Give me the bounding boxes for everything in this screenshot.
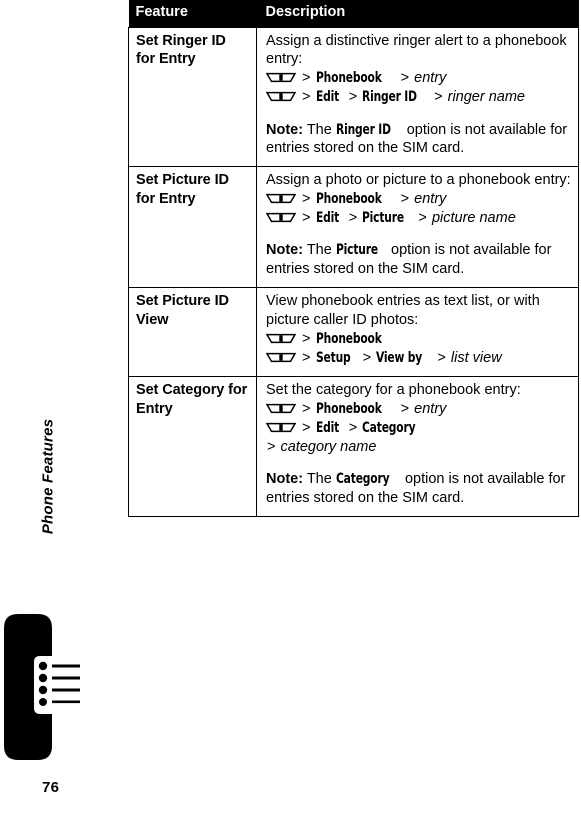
menu-item-name: Picture xyxy=(335,242,378,259)
menu-path-line: > Phonebook > entry xyxy=(266,190,574,209)
description-intro: Assign a distinctive ringer alert to a p… xyxy=(266,32,567,68)
menu-path-line: > Phonebook > entry xyxy=(266,69,574,88)
menu-key-icon xyxy=(266,403,296,414)
path-separator: > xyxy=(344,210,362,227)
path-separator: > xyxy=(298,349,315,366)
feature-name: Set Category for Entry xyxy=(128,376,257,517)
menu-item-name: Phonebook xyxy=(315,330,382,347)
note-label: Note: xyxy=(266,121,304,138)
path-separator: > xyxy=(298,400,315,417)
menu-item-name: Ringer ID xyxy=(335,121,391,138)
menu-item-name: Category xyxy=(362,419,416,436)
variable-placeholder: picture name xyxy=(431,210,516,227)
path-separator: > xyxy=(298,210,315,227)
chapter-label: Phone Features xyxy=(39,418,57,535)
description-intro: Set the category for a phonebook entry: xyxy=(266,381,521,398)
menu-item-name: Ringer ID xyxy=(362,89,418,106)
menu-key-icon xyxy=(266,212,296,223)
path-separator: > xyxy=(298,419,315,436)
menu-item-name: Category xyxy=(335,471,390,488)
note-paragraph: Note: The Category option is not availab… xyxy=(266,471,566,506)
table-row: Set Picture ID for Entry Assign a photo o… xyxy=(128,166,579,288)
path-separator: > xyxy=(298,70,315,87)
table-header-row: Feature Description xyxy=(128,0,579,28)
description-intro: View phonebook entries as text list, or … xyxy=(266,292,540,328)
description-intro: Assign a photo or picture to a phonebook… xyxy=(266,172,571,189)
feature-name: Set Picture ID View xyxy=(128,287,257,377)
path-separator: > xyxy=(430,89,447,106)
path-separator: > xyxy=(344,89,362,106)
variable-placeholder: entry xyxy=(414,70,447,87)
menu-item-name: Edit xyxy=(315,419,339,436)
menu-key-icon xyxy=(266,422,296,433)
menu-path-line: > Edit > Category xyxy=(266,419,574,438)
menu-path-line: > Phonebook > entry xyxy=(266,400,574,419)
menu-item-name: Phonebook xyxy=(315,191,382,208)
feature-description: Assign a distinctive ringer alert to a p… xyxy=(256,26,579,168)
menu-path-line: > category name xyxy=(266,438,574,457)
menu-item-name: Phonebook xyxy=(315,400,382,417)
table-row: Set Ringer ID for Entry Assign a distinct… xyxy=(128,26,579,168)
path-separator: > xyxy=(298,191,315,208)
menu-item-name: Phonebook xyxy=(315,70,382,87)
table-row: Set Category for Entry Set the category f… xyxy=(128,376,579,517)
menu-key-icon xyxy=(266,72,296,83)
menu-key-icon xyxy=(266,333,296,344)
menu-path-line: > Phonebook xyxy=(266,330,574,349)
sidebar: Phone Features 76 xyxy=(0,0,128,818)
path-separator: > xyxy=(396,400,414,417)
column-header-description: Description xyxy=(256,0,579,28)
menu-path-line: > Edit > Picture > picture name xyxy=(266,209,574,228)
menu-path-line: > Edit > Ringer ID > ringer name xyxy=(266,88,574,107)
table-body: Set Ringer ID for Entry Assign a distinct… xyxy=(128,26,579,517)
note-label: Note: xyxy=(266,242,304,259)
page-number: 76 xyxy=(42,779,60,796)
feature-description: Assign a photo or picture to a phonebook… xyxy=(256,166,579,288)
variable-placeholder: entry xyxy=(414,400,447,417)
menu-item-name: View by xyxy=(376,349,423,366)
path-separator: > xyxy=(396,191,414,208)
variable-placeholder: list view xyxy=(450,349,502,366)
variable-placeholder: entry xyxy=(414,191,447,208)
path-separator: > xyxy=(267,439,280,455)
path-separator: > xyxy=(433,349,450,366)
menu-item-name: Edit xyxy=(315,89,339,106)
note-paragraph: Note: The Picture option is not availabl… xyxy=(266,242,552,278)
menu-key-icon xyxy=(266,91,296,102)
variable-placeholder: ringer name xyxy=(447,89,525,106)
note-label: Note: xyxy=(266,471,304,488)
menu-item-name: Edit xyxy=(315,210,339,227)
feature-name: Set Picture ID for Entry xyxy=(128,166,257,288)
table-header: Feature Description xyxy=(128,0,579,28)
path-separator: > xyxy=(358,349,376,366)
feature-name: Set Ringer ID for Entry xyxy=(128,26,257,168)
path-separator: > xyxy=(414,210,431,227)
menu-path-line: > Setup > View by > list view xyxy=(266,349,574,368)
column-header-feature: Feature xyxy=(128,0,257,28)
path-separator: > xyxy=(344,419,362,436)
note-paragraph: Note: The Ringer ID option is not availa… xyxy=(266,121,568,157)
variable-placeholder: category name xyxy=(280,439,377,455)
feature-description: View phonebook entries as text list, or … xyxy=(256,287,579,377)
menu-item-name: Picture xyxy=(362,210,405,227)
path-separator: > xyxy=(298,330,315,347)
feature-description-table: Feature Description Set Ringer ID for En… xyxy=(128,0,579,517)
menu-key-icon xyxy=(266,193,296,204)
menu-item-name: Setup xyxy=(315,349,351,366)
table-row: Set Picture ID View View phonebook entrie… xyxy=(128,287,579,377)
feature-description: Set the category for a phonebook entry: … xyxy=(256,376,579,517)
path-separator: > xyxy=(396,70,414,87)
menu-key-icon xyxy=(266,352,296,363)
path-separator: > xyxy=(298,89,315,106)
menu-list-tab-icon xyxy=(4,614,80,774)
